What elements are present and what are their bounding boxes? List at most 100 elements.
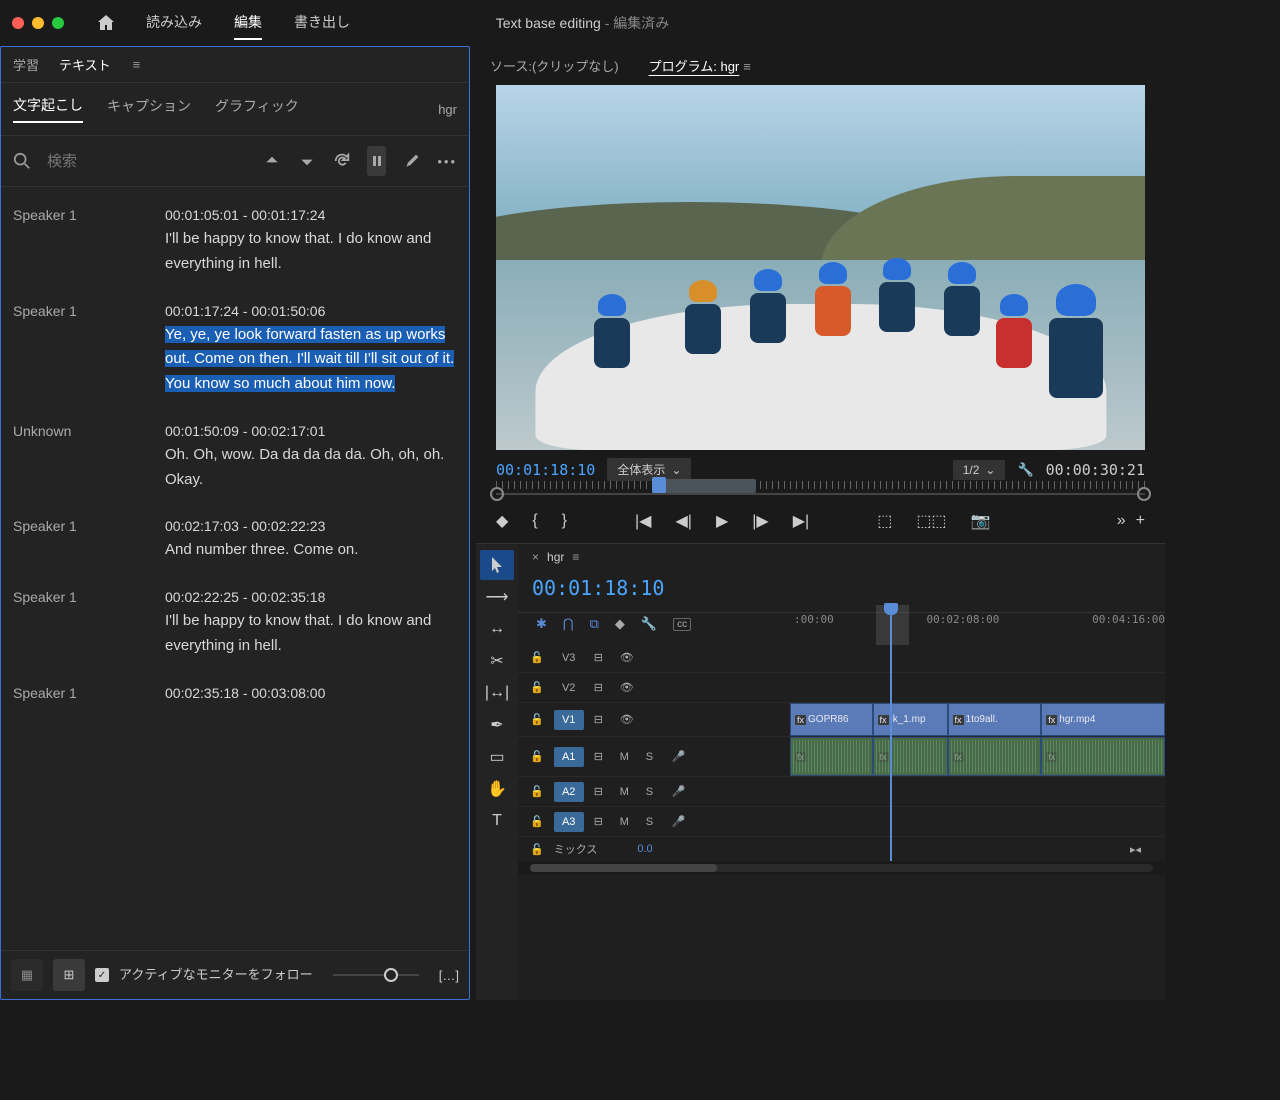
- pen-tool-icon[interactable]: ✒: [480, 710, 514, 740]
- mark-in-icon[interactable]: {: [532, 512, 537, 530]
- mute-icon[interactable]: M: [620, 786, 636, 798]
- maximize-window[interactable]: [52, 17, 64, 29]
- toggle-output-icon[interactable]: 👁: [620, 681, 636, 694]
- track-label-v1[interactable]: V1: [554, 710, 584, 730]
- entry-text[interactable]: Oh. Oh, wow. Da da da da da. Oh, oh, oh.…: [165, 443, 457, 493]
- sync-lock-icon[interactable]: ⊟: [594, 785, 610, 798]
- sync-lock-icon[interactable]: ⊟: [594, 750, 610, 763]
- solo-icon[interactable]: S: [646, 816, 662, 828]
- tab-export[interactable]: 書き出し: [294, 6, 350, 40]
- caption-track-icon[interactable]: cc: [673, 618, 691, 631]
- toggle-output-icon[interactable]: 👁: [620, 651, 636, 664]
- type-tool-icon[interactable]: T: [480, 806, 514, 836]
- track-a1-content[interactable]: fx fx fx fx: [790, 737, 1165, 776]
- close-sequence-icon[interactable]: ×: [532, 550, 539, 564]
- track-label-v3[interactable]: V3: [554, 648, 584, 668]
- search-icon[interactable]: [13, 152, 31, 170]
- track-a2-content[interactable]: [790, 777, 1165, 806]
- timeline-ruler[interactable]: :00:00 00:02:08:00 00:04:16:00: [794, 613, 1165, 643]
- transcript-entry[interactable]: Speaker 1 00:02:22:25 - 00:02:35:18 I'll…: [1, 577, 469, 673]
- marker-icon[interactable]: ◆: [615, 616, 625, 632]
- sequence-tab[interactable]: hgr: [547, 550, 564, 564]
- sync-lock-icon[interactable]: ⊟: [594, 651, 610, 664]
- track-select-tool-icon[interactable]: ⟶: [480, 582, 514, 612]
- pause-toggle-icon[interactable]: [367, 146, 386, 176]
- zoom-dropdown[interactable]: 全体表示⌄: [607, 458, 691, 481]
- monitor-timecode-left[interactable]: 00:01:18:10: [496, 461, 595, 479]
- tab-learn[interactable]: 学習: [13, 55, 39, 74]
- lock-icon[interactable]: 🔓: [530, 785, 544, 798]
- video-clip[interactable]: fxhgr.mp4: [1041, 703, 1165, 736]
- next-result-icon[interactable]: [297, 146, 316, 176]
- follow-checkbox[interactable]: ✓: [95, 968, 109, 982]
- subtab-transcribe[interactable]: 文字起こし: [13, 95, 83, 123]
- timeline-menu-icon[interactable]: ≡: [572, 550, 579, 564]
- voiceover-mic-icon[interactable]: 🎤: [672, 815, 688, 828]
- extract-icon[interactable]: ⬚⬚: [916, 511, 946, 531]
- panel-menu-icon[interactable]: ≡: [133, 57, 141, 72]
- mark-out-icon[interactable]: }: [562, 512, 567, 530]
- transcript-entry[interactable]: Speaker 1 00:02:17:03 - 00:02:22:23 And …: [1, 506, 469, 577]
- mix-value[interactable]: 0.0: [637, 843, 652, 855]
- edit-pencil-icon[interactable]: [402, 146, 421, 176]
- resolution-dropdown[interactable]: 1/2⌄: [953, 460, 1006, 480]
- solo-icon[interactable]: S: [646, 751, 662, 763]
- video-clip[interactable]: fxGOPR86: [790, 703, 873, 736]
- mute-icon[interactable]: M: [620, 816, 636, 828]
- sync-lock-icon[interactable]: ⊟: [594, 713, 610, 726]
- play-icon[interactable]: ▶: [716, 511, 728, 531]
- add-button-icon[interactable]: +: [1136, 512, 1145, 530]
- magnet-icon[interactable]: ⋂: [563, 616, 574, 632]
- razor-tool-icon[interactable]: ✂: [480, 646, 514, 676]
- entry-text[interactable]: And number three. Come on.: [165, 538, 457, 563]
- mix-out-icon[interactable]: ▸◂: [1130, 843, 1141, 856]
- audio-clip[interactable]: fx: [790, 737, 873, 776]
- snap-icon[interactable]: ✱: [536, 616, 547, 632]
- track-v1-content[interactable]: fxGOPR86 fxik_1.mp fx1to9all. fxhgr.mp4: [790, 703, 1165, 736]
- sync-lock-icon[interactable]: ⊟: [594, 815, 610, 828]
- subtab-graphic[interactable]: グラフィック: [215, 96, 299, 122]
- transcript-entry[interactable]: Speaker 1 00:02:35:18 - 00:03:08:00: [1, 673, 469, 719]
- voiceover-mic-icon[interactable]: 🎤: [672, 750, 688, 763]
- home-icon[interactable]: [96, 13, 116, 33]
- ripple-edit-tool-icon[interactable]: ↔: [480, 614, 514, 644]
- subtab-caption[interactable]: キャプション: [107, 96, 191, 122]
- lift-icon[interactable]: ⬚: [877, 511, 892, 531]
- entry-text[interactable]: I'll be happy to know that. I do know an…: [165, 227, 457, 277]
- lock-icon[interactable]: 🔓: [530, 651, 544, 664]
- track-v3-content[interactable]: [790, 643, 1165, 672]
- entry-text[interactable]: Ye, ye, ye look forward fasten as up wor…: [165, 323, 457, 397]
- track-label-v2[interactable]: V2: [554, 678, 584, 698]
- search-input[interactable]: [47, 153, 246, 170]
- zoom-slider[interactable]: [333, 974, 419, 976]
- voiceover-mic-icon[interactable]: 🎤: [672, 785, 688, 798]
- monitor-menu-icon[interactable]: ≡: [743, 59, 751, 74]
- tab-edit[interactable]: 編集: [234, 6, 262, 40]
- monitor-scrubber[interactable]: [496, 489, 1145, 505]
- program-monitor-view[interactable]: [496, 85, 1145, 450]
- lock-icon[interactable]: 🔓: [530, 750, 544, 763]
- toggle-output-icon[interactable]: 👁: [620, 713, 636, 726]
- solo-icon[interactable]: S: [646, 786, 662, 798]
- transport-more-icon[interactable]: »: [1117, 512, 1126, 530]
- step-forward-icon[interactable]: |▶: [752, 511, 768, 531]
- lock-icon[interactable]: 🔓: [530, 843, 544, 856]
- linked-selection-icon[interactable]: ⧉: [590, 616, 599, 632]
- timeline-playhead[interactable]: [890, 611, 892, 861]
- lock-icon[interactable]: 🔓: [530, 681, 544, 694]
- track-label-a2[interactable]: A2: [554, 782, 584, 802]
- entry-text[interactable]: I'll be happy to know that. I do know an…: [165, 609, 457, 659]
- footer-more-icon[interactable]: […]: [439, 968, 459, 983]
- tab-text[interactable]: テキスト: [59, 55, 111, 74]
- timeline-timecode[interactable]: 00:01:18:10: [532, 576, 664, 600]
- transcript-entry[interactable]: Unknown 00:01:50:09 - 00:02:17:01 Oh. Oh…: [1, 411, 469, 507]
- close-window[interactable]: [12, 17, 24, 29]
- step-back-icon[interactable]: ◀|: [675, 511, 691, 531]
- footer-grid-icon[interactable]: ▦: [11, 959, 43, 991]
- track-v2-content[interactable]: [790, 673, 1165, 702]
- tab-import[interactable]: 読み込み: [146, 6, 202, 40]
- transcript-entry[interactable]: Speaker 1 00:01:05:01 - 00:01:17:24 I'll…: [1, 195, 469, 291]
- audio-clip[interactable]: fx: [948, 737, 1042, 776]
- timeline-wrench-icon[interactable]: 🔧: [641, 616, 657, 632]
- lock-icon[interactable]: 🔓: [530, 815, 544, 828]
